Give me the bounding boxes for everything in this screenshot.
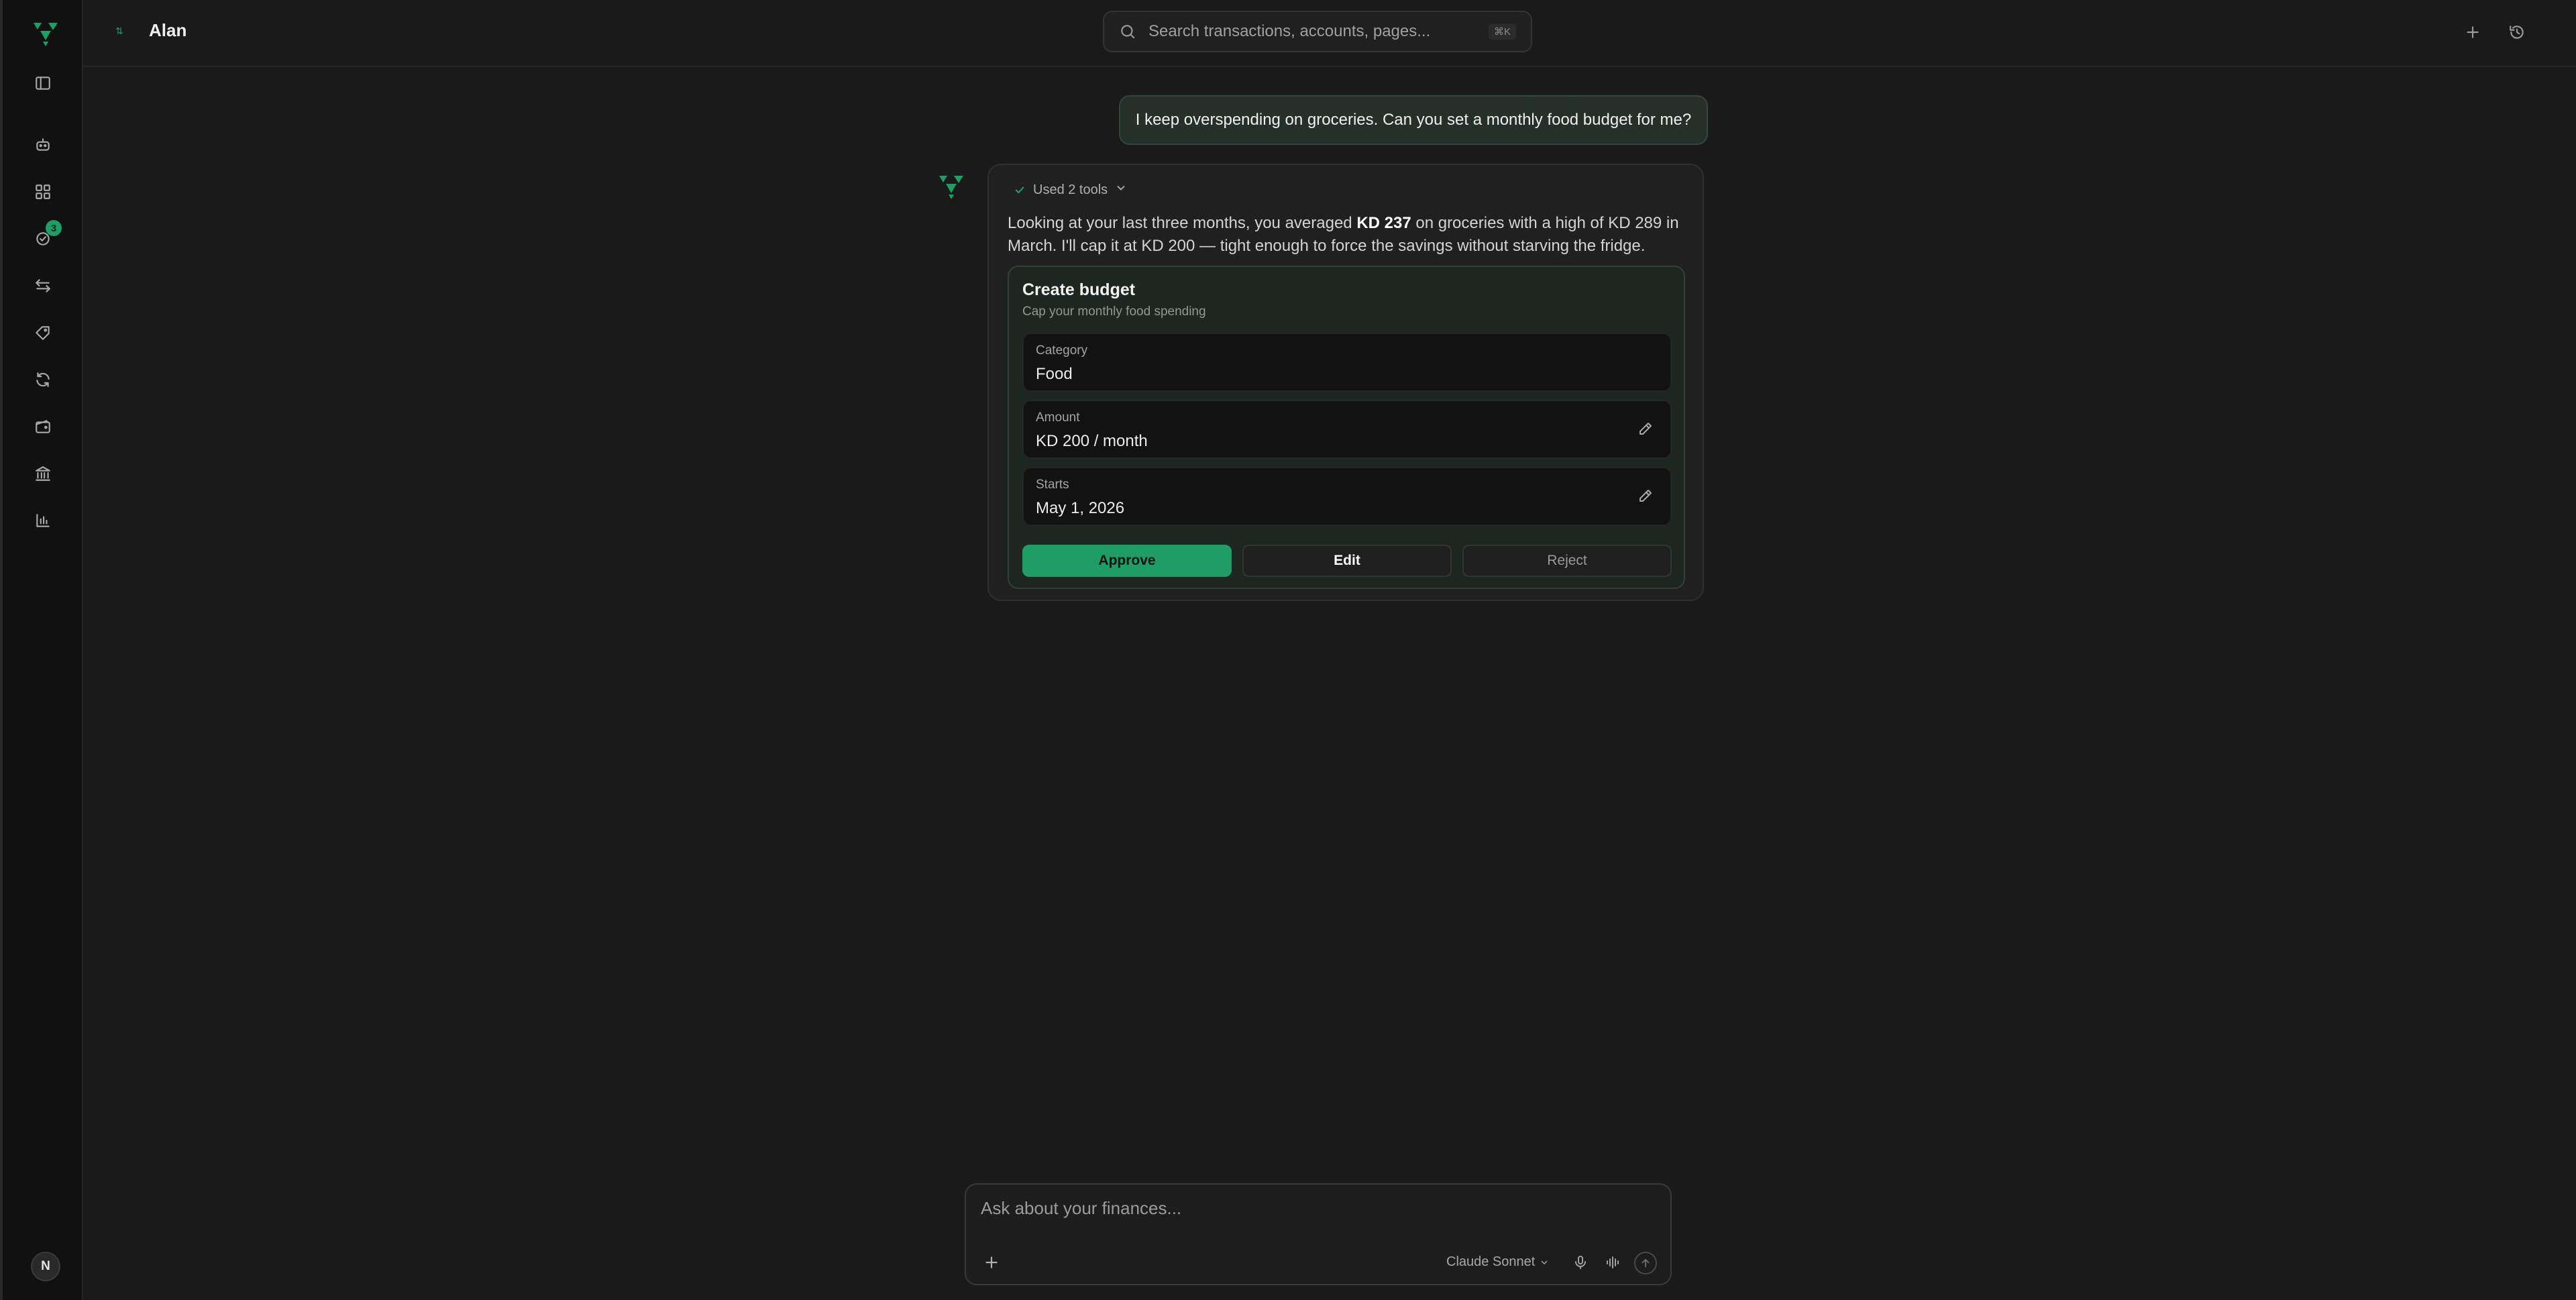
attach-button[interactable] <box>981 1252 1002 1273</box>
chart-icon <box>36 514 50 527</box>
grid-icon <box>36 184 50 199</box>
chevron-down-icon <box>1541 1260 1548 1264</box>
edit-amount-button[interactable] <box>1635 419 1656 439</box>
search-placeholder: Search transactions, accounts, pages... <box>1148 22 1431 40</box>
field-label: Amount <box>1036 411 1080 425</box>
field-value: KD 200 / month <box>1036 432 1148 450</box>
assistant-message: Used 2 tools Looking at your last three … <box>987 164 1704 601</box>
refresh-icon <box>36 372 50 387</box>
plus-icon <box>2467 26 2479 38</box>
sidebar-item-accounts[interactable] <box>30 460 56 487</box>
budget-card-subtitle: Cap your monthly food spending <box>1022 305 1206 319</box>
bank-icon <box>36 466 50 481</box>
history-icon <box>2510 25 2524 39</box>
edit-start-date-button[interactable] <box>1635 486 1656 506</box>
tools-used-label: Used 2 tools <box>1033 182 1108 197</box>
pencil-icon <box>1640 423 1652 435</box>
category-field: Category Food <box>1022 333 1672 392</box>
sidebar-item-tasks[interactable]: 3 <box>30 220 62 252</box>
chevron-down-icon <box>1114 181 1128 199</box>
sidebar-item-overview[interactable] <box>30 178 56 205</box>
tools-used-toggle[interactable]: Used 2 tools <box>1013 181 1128 199</box>
budget-card-title: Create budget <box>1022 280 1136 299</box>
approve-button[interactable]: Approve <box>1022 545 1232 577</box>
create-budget-card: Create budget Cap your monthly food spen… <box>1008 266 1685 589</box>
wallet-icon <box>36 420 50 433</box>
sidebar-item-reports[interactable] <box>30 507 56 534</box>
voice-mode-button[interactable] <box>1602 1252 1623 1273</box>
sidebar-item-recurring[interactable] <box>30 366 56 393</box>
search-icon <box>1121 25 1135 39</box>
new-chat-button[interactable] <box>2459 19 2486 46</box>
audio-waveform-icon <box>1607 1256 1619 1268</box>
arrows-icon <box>36 279 50 292</box>
reply-text-1: Looking at your last three months, you a… <box>1008 214 1357 232</box>
check-icon <box>1015 186 1024 194</box>
page-title: Alan <box>149 20 187 40</box>
reject-button[interactable]: Reject <box>1462 545 1672 577</box>
assistant-logo-icon <box>939 176 963 199</box>
pencil-icon <box>1640 490 1652 502</box>
search-input[interactable]: Search transactions, accounts, pages... … <box>1103 11 1532 52</box>
field-value: Food <box>1036 365 1073 383</box>
breadcrumb-icon: ⇅ <box>115 25 123 36</box>
sidebar-item-transactions[interactable] <box>30 272 56 299</box>
avatar[interactable]: N <box>31 1252 60 1281</box>
field-label: Category <box>1036 343 1088 358</box>
sidebar-item-assistant[interactable] <box>30 131 56 158</box>
start-date-field: Starts May 1, 2026 <box>1022 467 1672 526</box>
field-label: Starts <box>1036 478 1069 492</box>
user-message: I keep overspending on groceries. Can yo… <box>1119 95 1708 145</box>
sidebar-item-tags[interactable] <box>30 319 56 346</box>
sidebar-item-wallet[interactable] <box>30 413 56 440</box>
arrow-up-icon <box>1642 1258 1650 1268</box>
edit-button[interactable]: Edit <box>1242 545 1452 577</box>
microphone-icon <box>1575 1256 1586 1269</box>
assistant-reply: Looking at your last three months, you a… <box>1008 212 1685 258</box>
search-shortcut: ⌘K <box>1488 23 1516 40</box>
app-logo-icon[interactable] <box>31 19 60 48</box>
tag-icon <box>36 326 50 340</box>
bot-icon <box>36 138 50 151</box>
sidebar: 3 N <box>0 0 83 1300</box>
panel-left-icon <box>36 76 50 90</box>
chat-input[interactable]: Ask about your finances... <box>981 1198 1181 1219</box>
field-value: May 1, 2026 <box>1036 499 1125 517</box>
tasks-count-badge: 3 <box>46 220 62 236</box>
amount-field: Amount KD 200 / month <box>1022 400 1672 459</box>
model-name: Claude Sonnet <box>1446 1254 1536 1269</box>
send-button[interactable] <box>1634 1252 1657 1275</box>
microphone-button[interactable] <box>1570 1252 1591 1273</box>
toggle-sidebar-button[interactable] <box>30 70 56 97</box>
top-bar: ⇅ Alan Search transactions, accounts, pa… <box>83 0 2576 67</box>
history-button[interactable] <box>2504 19 2530 46</box>
model-selector[interactable]: Claude Sonnet <box>1446 1254 1550 1270</box>
reply-highlight: KD 237 <box>1356 214 1411 232</box>
plus-icon <box>985 1256 998 1268</box>
chat-composer[interactable]: Ask about your finances... Claude Sonnet <box>965 1183 1672 1285</box>
